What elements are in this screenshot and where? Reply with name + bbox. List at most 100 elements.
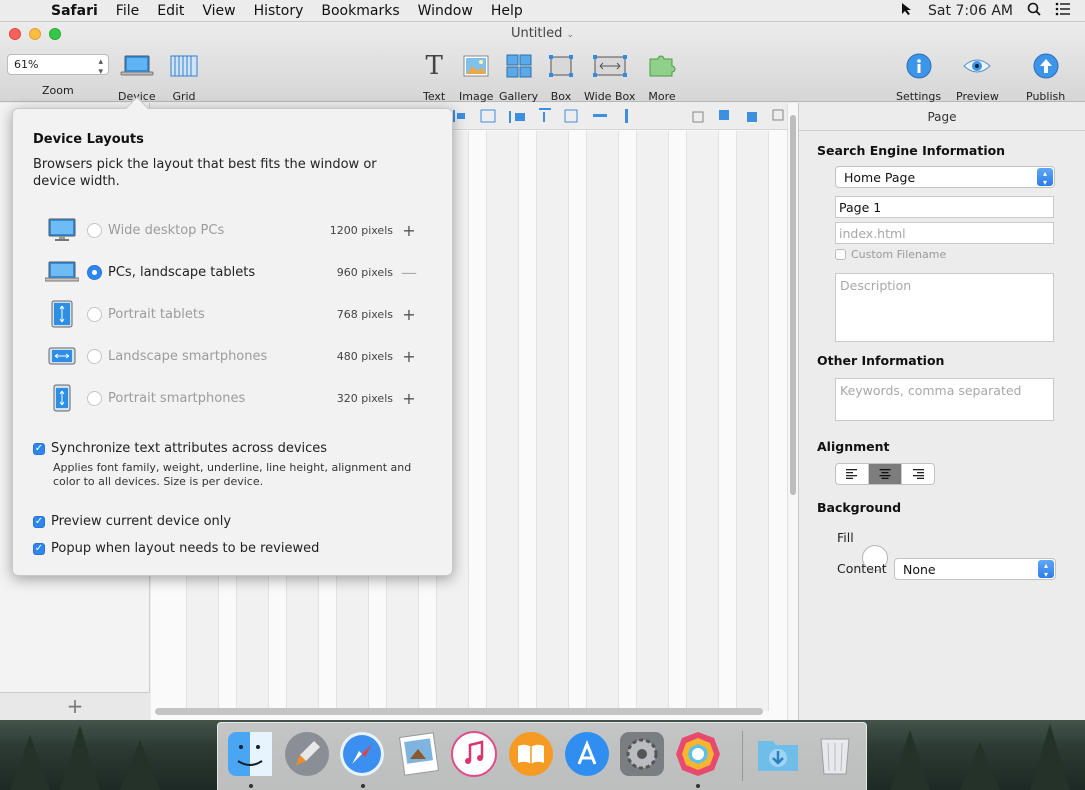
itunes-icon[interactable] bbox=[450, 730, 498, 778]
laptop-icon bbox=[45, 258, 79, 286]
seo-heading: Search Engine Information bbox=[817, 143, 1006, 158]
spotlight-search-icon[interactable] bbox=[1027, 2, 1041, 20]
add-layout-button[interactable]: + bbox=[393, 389, 425, 408]
menu-bar: Safari File Edit View History Bookmarks … bbox=[0, 0, 1085, 22]
align-left-icon bbox=[846, 469, 857, 479]
add-layout-button[interactable]: + bbox=[393, 221, 425, 240]
vertical-scrollbar[interactable] bbox=[787, 103, 798, 720]
more-label: More bbox=[648, 90, 676, 103]
page-name-field[interactable]: Page 1 bbox=[835, 196, 1054, 218]
clock[interactable]: Sat 7:06 AM bbox=[928, 3, 1013, 19]
more-tool-button[interactable]: More bbox=[647, 52, 677, 103]
launchpad-icon[interactable] bbox=[283, 730, 331, 778]
device-row-portrait-smartphones[interactable]: Portrait smartphones 320 pixels + bbox=[45, 383, 425, 413]
device-radio[interactable] bbox=[87, 348, 102, 364]
add-page-button[interactable]: + bbox=[0, 692, 150, 720]
horizontal-scrollbar[interactable] bbox=[155, 708, 763, 715]
menu-bookmarks[interactable]: Bookmarks bbox=[312, 3, 408, 19]
tab-page[interactable]: Page bbox=[799, 103, 1085, 131]
sandvox-icon[interactable] bbox=[674, 730, 722, 778]
preview-current-device-option[interactable]: ✓ Preview current device only bbox=[33, 514, 231, 529]
device-radio-selected[interactable] bbox=[87, 264, 102, 280]
filename-field[interactable]: index.html bbox=[835, 222, 1054, 244]
device-radio[interactable] bbox=[87, 222, 102, 238]
remove-layout-button[interactable]: — bbox=[393, 263, 425, 282]
grid-icon bbox=[170, 52, 198, 80]
menu-help[interactable]: Help bbox=[482, 3, 532, 19]
popup-review-option[interactable]: ✓ Popup when layout needs to be reviewed bbox=[33, 541, 319, 556]
zoom-label: Zoom bbox=[42, 84, 74, 97]
menu-app-name[interactable]: Safari bbox=[42, 3, 107, 19]
menu-file[interactable]: File bbox=[107, 3, 148, 19]
preview-button[interactable]: Preview bbox=[956, 52, 999, 103]
sync-text-checkbox[interactable]: ✓ bbox=[33, 442, 45, 455]
settings-label: Settings bbox=[896, 90, 942, 103]
device-pixels: 320 pixels bbox=[336, 391, 393, 405]
device-row-portrait-tablets[interactable]: Portrait tablets 768 pixels + bbox=[45, 299, 425, 329]
background-heading: Background bbox=[817, 500, 902, 515]
keywords-field[interactable]: Keywords, comma separated bbox=[835, 378, 1054, 421]
device-row-wide-desktop[interactable]: Wide desktop PCs 1200 pixels + bbox=[45, 215, 425, 245]
wide-box-tool-button[interactable]: Wide Box bbox=[584, 52, 635, 103]
add-layout-button[interactable]: + bbox=[393, 305, 425, 324]
publish-button[interactable]: Publish bbox=[1026, 52, 1065, 103]
device-radio[interactable] bbox=[87, 390, 102, 406]
laptop-icon bbox=[120, 52, 154, 80]
device-pixels: 480 pixels bbox=[336, 349, 393, 363]
finder-icon[interactable] bbox=[226, 730, 274, 778]
content-select[interactable]: None ▴ ▾ bbox=[894, 558, 1056, 580]
text-label: Text bbox=[423, 90, 446, 103]
align-left-button[interactable] bbox=[836, 464, 869, 484]
box-tool-button[interactable]: Box bbox=[548, 52, 574, 103]
preview-app-icon[interactable] bbox=[395, 730, 443, 778]
image-icon bbox=[462, 52, 490, 80]
image-label: Image bbox=[459, 90, 494, 103]
system-preferences-icon[interactable] bbox=[618, 730, 666, 778]
device-pixels: 1200 pixels bbox=[329, 223, 393, 237]
device-row-pcs-landscape-tablets[interactable]: PCs, landscape tablets 960 pixels — bbox=[45, 257, 425, 287]
image-tool-button[interactable]: Image bbox=[459, 52, 493, 103]
cursor-status-icon[interactable] bbox=[900, 2, 914, 20]
alignment-heading: Alignment bbox=[817, 439, 890, 454]
content-label: Content bbox=[837, 561, 887, 576]
grid-tool-button[interactable]: Grid bbox=[170, 52, 198, 103]
custom-filename-option[interactable]: Custom Filename bbox=[835, 248, 946, 261]
preview-current-device-checkbox[interactable]: ✓ bbox=[33, 515, 45, 528]
menu-edit[interactable]: Edit bbox=[148, 3, 193, 19]
puzzle-icon bbox=[647, 52, 677, 80]
gallery-label: Gallery bbox=[499, 90, 539, 103]
window-title[interactable]: Untitled ⌄ bbox=[0, 26, 1085, 41]
other-info-heading: Other Information bbox=[817, 353, 945, 368]
page-select[interactable]: Home Page ▴ ▾ bbox=[835, 166, 1055, 188]
description-field[interactable]: Description bbox=[835, 273, 1054, 342]
toolbar: Untitled ⌄ 61%▴▾ Zoom Device Grid T Text bbox=[0, 22, 1085, 103]
menu-window[interactable]: Window bbox=[409, 3, 482, 19]
settings-button[interactable]: Settings bbox=[896, 52, 941, 103]
add-layout-button[interactable]: + bbox=[393, 347, 425, 366]
gallery-icon bbox=[505, 52, 533, 80]
align-right-icon bbox=[913, 469, 924, 479]
trash-icon[interactable] bbox=[811, 730, 859, 778]
app-store-icon[interactable] bbox=[563, 730, 611, 778]
gallery-tool-button[interactable]: Gallery bbox=[499, 52, 538, 103]
custom-filename-checkbox[interactable] bbox=[835, 249, 846, 260]
device-layouts-popover: Device Layouts Browsers pick the layout … bbox=[12, 96, 453, 576]
device-row-landscape-smartphones[interactable]: Landscape smartphones 480 pixels + bbox=[45, 341, 425, 371]
menu-view[interactable]: View bbox=[193, 3, 244, 19]
align-right-button[interactable] bbox=[902, 464, 934, 484]
popup-review-checkbox[interactable]: ✓ bbox=[33, 542, 45, 555]
device-radio[interactable] bbox=[87, 306, 102, 322]
align-center-button[interactable] bbox=[869, 464, 902, 484]
safari-icon[interactable] bbox=[338, 730, 386, 778]
device-name: Portrait tablets bbox=[108, 306, 205, 322]
device-tool-button[interactable]: Device bbox=[118, 52, 156, 103]
downloads-folder-icon[interactable] bbox=[754, 730, 802, 778]
notification-center-icon[interactable] bbox=[1055, 2, 1071, 20]
zoom-stepper-icon: ▴ ▾ bbox=[98, 57, 103, 77]
menu-history[interactable]: History bbox=[245, 3, 313, 19]
text-tool-button[interactable]: T Text bbox=[423, 51, 446, 103]
sync-text-option[interactable]: ✓ Synchronize text attributes across dev… bbox=[33, 441, 327, 456]
device-pixels: 960 pixels bbox=[336, 265, 393, 279]
ibooks-icon[interactable] bbox=[507, 730, 555, 778]
popover-title: Device Layouts bbox=[33, 132, 144, 147]
